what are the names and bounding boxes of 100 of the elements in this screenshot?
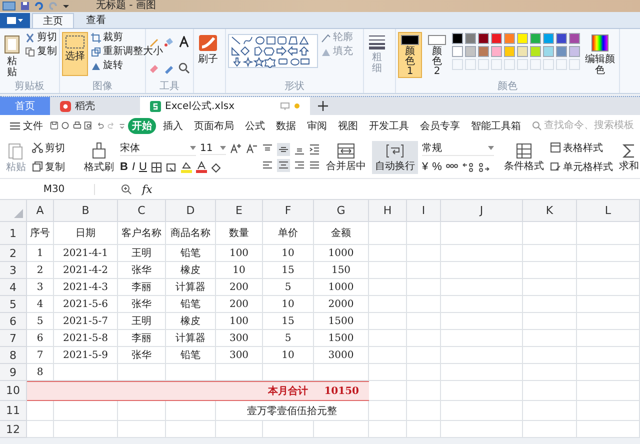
percent-button[interactable]: % — [432, 161, 442, 173]
empty-cell[interactable] — [118, 401, 166, 421]
row-header[interactable]: 4 — [0, 279, 27, 296]
row-header[interactable]: 5 — [0, 296, 27, 313]
edit-colors-button[interactable]: 编辑颜色 — [583, 32, 617, 78]
empty-cell[interactable] — [577, 313, 640, 330]
empty-cell[interactable] — [407, 364, 441, 381]
empty-cell[interactable] — [577, 401, 640, 421]
empty-cell[interactable] — [369, 401, 407, 421]
bold-button[interactable]: B — [120, 161, 128, 173]
empty-color-slot[interactable] — [465, 59, 476, 70]
row-header[interactable]: 10 — [0, 381, 27, 401]
empty-cell[interactable] — [54, 421, 118, 438]
empty-cell[interactable] — [407, 296, 441, 313]
table-style-button[interactable]: 表格样式 — [550, 140, 613, 154]
empty-cell[interactable] — [441, 279, 523, 296]
palette-color[interactable] — [478, 33, 489, 44]
row-header[interactable]: 2 — [0, 245, 27, 262]
column-header[interactable]: G — [314, 200, 369, 222]
document-tab[interactable]: Excel公式.xlsx — [140, 97, 310, 115]
number-format-dropdown[interactable]: 常规 — [422, 141, 494, 156]
conditional-format-button[interactable]: 条件格式 — [502, 140, 546, 174]
undo-icon[interactable] — [34, 1, 44, 11]
empty-cell[interactable] — [523, 381, 577, 401]
copy-button[interactable]: 复制 — [32, 160, 78, 174]
empty-cell[interactable] — [523, 313, 577, 330]
empty-cell[interactable] — [441, 296, 523, 313]
file-menu[interactable]: 文件 — [6, 118, 47, 134]
empty-cell[interactable] — [577, 347, 640, 364]
cell-style-button[interactable]: 单元格样式 — [550, 160, 613, 174]
wrap-text-button[interactable]: 自动换行 — [372, 140, 418, 174]
empty-cell[interactable] — [523, 279, 577, 296]
column-header[interactable]: J — [441, 200, 523, 222]
empty-cell[interactable] — [118, 421, 166, 438]
column-header[interactable]: K — [523, 200, 577, 222]
palette-color[interactable] — [478, 46, 489, 57]
save-icon[interactable] — [50, 120, 58, 131]
palette-color[interactable] — [452, 33, 463, 44]
empty-cell[interactable] — [577, 421, 640, 438]
column-header[interactable]: B — [54, 200, 118, 222]
redo-icon[interactable] — [107, 120, 116, 131]
menu-tab[interactable]: 视图 — [334, 118, 362, 134]
ribbon-tab[interactable]: 查看 — [76, 13, 116, 28]
increase-decimal-icon[interactable] — [462, 162, 474, 172]
empty-cell[interactable] — [407, 330, 441, 347]
empty-cell[interactable] — [523, 421, 577, 438]
palette-color[interactable] — [556, 33, 567, 44]
row-header[interactable]: 12 — [0, 421, 27, 438]
empty-cell[interactable] — [407, 222, 441, 245]
column-header[interactable]: F — [263, 200, 314, 222]
rotate-button[interactable]: 旋转 — [91, 60, 163, 72]
font-color-icon[interactable] — [196, 161, 207, 173]
crop-button[interactable]: 裁剪 — [91, 32, 163, 44]
align-right-icon[interactable] — [294, 160, 305, 170]
empty-color-slot[interactable] — [478, 59, 489, 70]
empty-cell[interactable] — [577, 262, 640, 279]
currency-button[interactable]: ¥ — [422, 161, 428, 173]
highlight-color-icon[interactable] — [180, 161, 192, 173]
empty-cell[interactable] — [523, 245, 577, 262]
empty-cell[interactable] — [523, 364, 577, 381]
menu-tab[interactable]: 公式 — [240, 118, 269, 134]
font-size-dropdown[interactable]: 11 — [200, 142, 226, 154]
menu-tab[interactable]: 插入 — [158, 118, 187, 134]
sum-button[interactable]: 求和 — [617, 140, 640, 174]
row-header[interactable]: 3 — [0, 262, 27, 279]
menu-tab[interactable]: 数据 — [272, 118, 300, 134]
empty-cell[interactable] — [441, 222, 523, 245]
format-painter-button[interactable]: 格式刷 — [82, 140, 116, 174]
print-icon[interactable] — [72, 120, 82, 131]
select-all-icon[interactable] — [14, 209, 23, 218]
palette-color[interactable] — [543, 46, 554, 57]
zoom-icon[interactable] — [121, 184, 132, 194]
column-header[interactable]: I — [407, 200, 441, 222]
palette-color[interactable] — [517, 46, 528, 57]
empty-cell[interactable] — [407, 381, 441, 401]
empty-cell[interactable] — [166, 421, 216, 438]
align-left-icon[interactable] — [262, 160, 273, 170]
palette-color[interactable] — [569, 33, 580, 44]
new-tab-icon[interactable] — [318, 101, 328, 111]
row-header[interactable]: 9 — [0, 364, 27, 381]
magnifier-icon[interactable] — [178, 62, 190, 74]
empty-cell[interactable] — [369, 296, 407, 313]
palette-color[interactable] — [556, 46, 567, 57]
empty-cell[interactable] — [577, 222, 640, 245]
empty-cell[interactable] — [523, 401, 577, 421]
decrease-decimal-icon[interactable] — [478, 162, 490, 172]
palette-color[interactable] — [491, 46, 502, 57]
menu-tab[interactable]: 智能工具箱 — [466, 118, 525, 134]
empty-cell[interactable] — [441, 401, 523, 421]
empty-cell[interactable] — [441, 381, 523, 401]
cut-button[interactable]: 剪切 — [32, 140, 78, 154]
row-header[interactable]: 8 — [0, 347, 27, 364]
empty-cell[interactable] — [441, 262, 523, 279]
menu-tab[interactable]: 会员专享 — [416, 118, 464, 134]
menu-tab[interactable]: 开发工具 — [364, 118, 413, 134]
function-button[interactable]: fx — [142, 182, 152, 196]
brush-button[interactable]: 刷子 — [196, 32, 220, 67]
empty-color-slot[interactable] — [452, 59, 463, 70]
row-header[interactable]: 7 — [0, 330, 27, 347]
palette-color[interactable] — [517, 33, 528, 44]
